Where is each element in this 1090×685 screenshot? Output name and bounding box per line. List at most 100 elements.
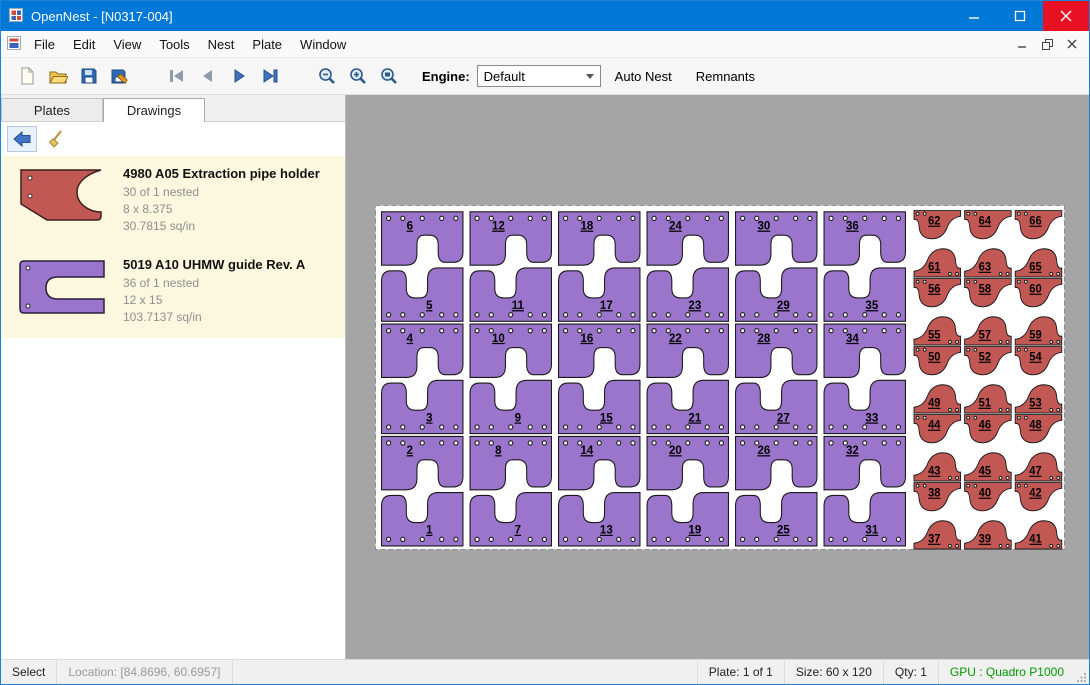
svg-text:24: 24 [669, 218, 682, 232]
menu-nest[interactable]: Nest [199, 32, 244, 57]
menu-edit[interactable]: Edit [64, 32, 104, 57]
svg-text:1: 1 [426, 522, 433, 536]
svg-text:36: 36 [846, 218, 859, 232]
maximize-button[interactable] [997, 1, 1043, 31]
engine-select[interactable]: Default [477, 65, 601, 87]
part-size: 8 x 8.375 [123, 201, 320, 218]
broom-icon[interactable] [43, 126, 73, 152]
part-area: 103.7137 sq/in [123, 309, 305, 326]
go-last-icon[interactable] [254, 62, 285, 90]
go-first-icon[interactable] [161, 62, 192, 90]
status-size: Size: 60 x 120 [784, 660, 883, 684]
plate-svg[interactable]: 6512111817242330293635431091615222128273… [375, 205, 1065, 550]
app-icon [9, 8, 23, 25]
svg-text:42: 42 [1029, 488, 1041, 500]
open-file-icon[interactable] [42, 62, 73, 90]
svg-text:30: 30 [757, 218, 770, 232]
new-file-icon[interactable] [11, 62, 42, 90]
svg-text:48: 48 [1029, 420, 1041, 432]
zoom-out-icon[interactable] [311, 62, 342, 90]
svg-text:44: 44 [928, 420, 941, 432]
svg-text:53: 53 [1029, 398, 1041, 410]
svg-text:18: 18 [580, 218, 593, 232]
svg-text:35: 35 [865, 298, 878, 312]
svg-text:59: 59 [1029, 330, 1041, 342]
list-item[interactable]: 5019 A10 UHMW guide Rev. A 36 of 1 neste… [1, 247, 345, 338]
mdi-minimize-icon[interactable] [1011, 35, 1033, 53]
part-name: 5019 A10 UHMW guide Rev. A [123, 257, 305, 272]
part-thumbnail-purple [13, 257, 111, 326]
svg-text:51: 51 [979, 398, 991, 410]
svg-text:60: 60 [1029, 284, 1041, 296]
svg-text:37: 37 [928, 534, 940, 546]
save-icon[interactable] [73, 62, 104, 90]
status-spacer [233, 660, 697, 684]
go-previous-icon[interactable] [192, 62, 223, 90]
svg-text:25: 25 [777, 522, 790, 536]
svg-text:4: 4 [407, 331, 414, 345]
svg-text:45: 45 [979, 466, 991, 478]
zoom-in-icon[interactable] [342, 62, 373, 90]
chevron-down-icon [586, 74, 594, 79]
minimize-button[interactable] [951, 1, 997, 31]
svg-text:58: 58 [979, 284, 991, 296]
tab-drawings[interactable]: Drawings [103, 98, 205, 122]
auto-nest-button[interactable]: Auto Nest [605, 63, 682, 90]
svg-text:11: 11 [512, 298, 525, 312]
save-as-icon[interactable] [104, 62, 135, 90]
svg-text:50: 50 [928, 352, 940, 364]
svg-text:29: 29 [777, 298, 790, 312]
menu-tools[interactable]: Tools [150, 32, 198, 57]
sidebar-tabs: Plates Drawings [1, 95, 345, 122]
status-bar: Select Location: [84.8696, 60.6957] Plat… [1, 659, 1089, 684]
svg-text:55: 55 [928, 330, 940, 342]
title-bar: OpenNest - [N0317-004] [1, 1, 1089, 31]
sidebar: Plates Drawings 4980 A05 Extraction pipe… [1, 95, 346, 659]
svg-text:61: 61 [928, 262, 940, 274]
svg-text:34: 34 [846, 331, 859, 345]
go-next-icon[interactable] [223, 62, 254, 90]
svg-text:17: 17 [600, 298, 613, 312]
svg-text:57: 57 [979, 330, 991, 342]
menu-plate[interactable]: Plate [243, 32, 291, 57]
svg-text:31: 31 [865, 522, 878, 536]
svg-text:56: 56 [928, 284, 940, 296]
part-list: 4980 A05 Extraction pipe holder 30 of 1 … [1, 156, 345, 338]
svg-text:32: 32 [846, 443, 859, 457]
svg-text:40: 40 [979, 488, 991, 500]
app-window: OpenNest - [N0317-004] File Edit View To… [0, 0, 1090, 685]
svg-text:62: 62 [928, 216, 940, 228]
svg-text:3: 3 [426, 410, 433, 424]
mdi-close-icon[interactable] [1061, 35, 1083, 53]
svg-text:41: 41 [1029, 534, 1041, 546]
menu-view[interactable]: View [104, 32, 150, 57]
svg-text:39: 39 [979, 534, 991, 546]
svg-text:2: 2 [407, 443, 414, 457]
part-size: 12 x 15 [123, 292, 305, 309]
svg-text:47: 47 [1029, 466, 1041, 478]
svg-text:46: 46 [979, 420, 991, 432]
remnants-button[interactable]: Remnants [686, 63, 765, 90]
status-qty: Qty: 1 [883, 660, 938, 684]
mdi-restore-icon[interactable] [1036, 35, 1058, 53]
svg-text:8: 8 [495, 443, 502, 457]
svg-text:27: 27 [777, 410, 790, 424]
list-item[interactable]: 4980 A05 Extraction pipe holder 30 of 1 … [1, 156, 345, 247]
close-button[interactable] [1043, 1, 1089, 31]
part-area: 30.7815 sq/in [123, 218, 320, 235]
svg-text:15: 15 [600, 410, 613, 424]
menu-file[interactable]: File [25, 32, 64, 57]
nest-canvas[interactable]: 6512111817242330293635431091615222128273… [346, 95, 1089, 659]
tab-plates[interactable]: Plates [1, 98, 103, 121]
zoom-fit-icon[interactable] [373, 62, 404, 90]
menu-window[interactable]: Window [291, 32, 355, 57]
return-arrow-icon[interactable] [7, 126, 37, 152]
svg-text:5: 5 [426, 298, 433, 312]
main-toolbar: Engine: Default Auto Nest Remnants [1, 58, 1089, 95]
svg-text:26: 26 [757, 443, 770, 457]
resize-grip[interactable] [1075, 660, 1089, 684]
svg-text:49: 49 [928, 398, 940, 410]
status-plate: Plate: 1 of 1 [697, 660, 784, 684]
svg-text:22: 22 [669, 331, 682, 345]
part-thumbnail-red [13, 166, 111, 235]
